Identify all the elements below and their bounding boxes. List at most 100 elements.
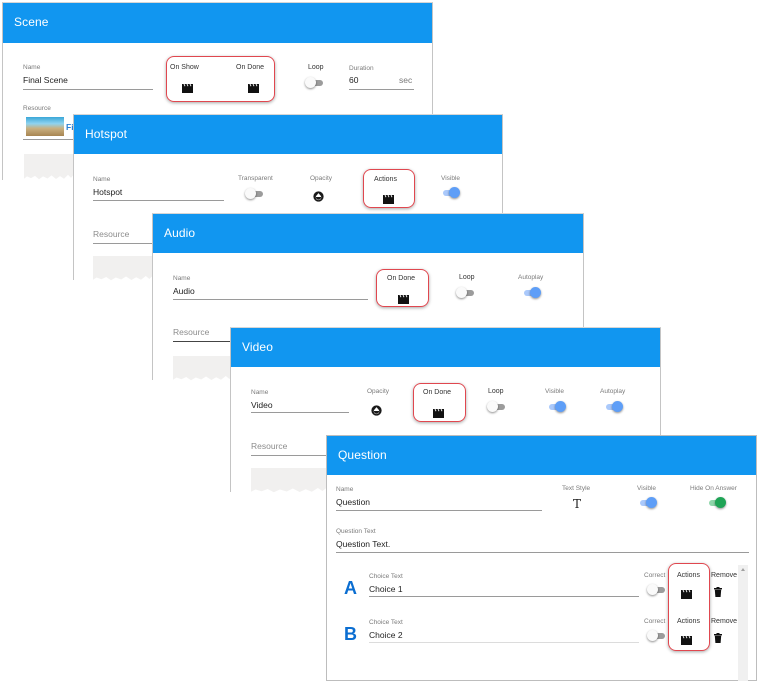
choice-remove-label: Remove: [711, 572, 738, 579]
choice-correct-label: Correct: [644, 572, 666, 579]
audio-preview-placeholder: [173, 356, 233, 381]
hotspot-visible-label: Visible: [441, 175, 461, 182]
hotspot-visible-toggle[interactable]: [440, 187, 460, 199]
video-resource-underline: [251, 455, 327, 456]
hotspot-opacity-label: Opacity: [310, 175, 333, 182]
audio-title: Audio: [164, 226, 196, 240]
question-title: Question: [338, 448, 387, 462]
hotspot-transparent-toggle[interactable]: [245, 188, 265, 200]
hide-on-answer-toggle[interactable]: [706, 497, 726, 509]
video-preview-placeholder: [251, 468, 327, 493]
scene-name-underline: [23, 89, 153, 90]
scene-on-show-label: On Show: [170, 64, 199, 71]
hotspot-opacity-icon[interactable]: [313, 189, 324, 207]
choice-correct-toggle[interactable]: [647, 584, 667, 596]
choice-remove-trash-icon[interactable]: [714, 630, 722, 648]
video-name-underline: [251, 412, 349, 413]
scene-duration-underline: [349, 89, 414, 90]
video-header: Video: [231, 328, 660, 367]
question-name-input[interactable]: Question: [336, 497, 370, 507]
video-on-done-label: On Done: [423, 389, 452, 396]
choice-text-underline: [369, 596, 639, 597]
choice-text-input[interactable]: Choice 2: [369, 630, 403, 640]
scene-name-input[interactable]: Final Scene: [23, 75, 68, 85]
audio-resource-input[interactable]: Resource: [173, 327, 209, 337]
hotspot-resource-underline: [93, 243, 153, 244]
question-visible-toggle[interactable]: [637, 497, 657, 509]
choice-letter: B: [344, 624, 357, 644]
hotspot-actions-label: Actions: [374, 176, 397, 183]
choice-remove-label: Remove: [711, 618, 738, 625]
choice-actions-highlight-box: [668, 563, 710, 651]
audio-header: Audio: [153, 214, 583, 253]
audio-on-done-clapperboard-icon[interactable]: [398, 291, 409, 309]
choice-text-input[interactable]: Choice 1: [369, 584, 403, 594]
video-loop-toggle[interactable]: [487, 401, 507, 413]
video-title: Video: [242, 340, 273, 354]
scene-resource-thumbnail[interactable]: [26, 117, 64, 136]
scene-duration-unit: sec: [399, 75, 413, 85]
audio-name-underline: [173, 299, 368, 300]
audio-autoplay-label: Autoplay: [518, 274, 544, 281]
scene-name-label: Name: [23, 64, 41, 71]
video-opacity-icon[interactable]: [371, 403, 382, 421]
video-autoplay-label: Autoplay: [600, 388, 626, 395]
choice-correct-toggle[interactable]: [647, 630, 667, 642]
audio-resource-underline: [173, 341, 233, 342]
choice-remove-trash-icon[interactable]: [714, 584, 722, 602]
video-opacity-label: Opacity: [367, 388, 390, 395]
audio-name-input[interactable]: Audio: [173, 286, 195, 296]
scene-on-done-label: On Done: [236, 64, 265, 71]
video-visible-toggle[interactable]: [546, 401, 566, 413]
question-header: Question: [327, 436, 756, 475]
question-name-label: Name: [336, 486, 354, 493]
hotspot-header: Hotspot: [74, 115, 502, 154]
question-name-underline: [336, 510, 542, 511]
choice-text-label: Choice Text: [369, 619, 403, 626]
question-text-label: Question Text: [336, 528, 376, 535]
scene-duration-input[interactable]: 60: [349, 75, 358, 85]
scene-duration-label: Duration: [349, 65, 374, 72]
text-style-icon[interactable]: T: [573, 497, 581, 511]
hotspot-actions-clapperboard-icon[interactable]: [383, 191, 394, 209]
choice-text-underline: [369, 642, 639, 643]
hotspot-preview-placeholder: [93, 256, 153, 281]
hotspot-name-label: Name: [93, 176, 111, 183]
scene-resource-label: Resource: [23, 105, 51, 112]
scene-title: Scene: [14, 15, 49, 29]
hide-on-answer-label: Hide On Answer: [690, 485, 737, 492]
hotspot-transparent-label: Transparent: [238, 175, 273, 182]
choices-scrollbar[interactable]: [738, 565, 748, 681]
audio-autoplay-toggle[interactable]: [521, 287, 541, 299]
video-on-done-clapperboard-icon[interactable]: [433, 405, 444, 423]
video-name-input[interactable]: Video: [251, 400, 273, 410]
choice-letter: A: [344, 578, 357, 598]
video-resource-input[interactable]: Resource: [251, 441, 287, 451]
question-text-underline: [336, 552, 749, 553]
text-style-label: Text Style: [562, 485, 591, 492]
choice-text-label: Choice Text: [369, 573, 403, 580]
scroll-up-arrow-icon[interactable]: [741, 568, 745, 571]
hotspot-name-underline: [93, 200, 224, 201]
audio-loop-label: Loop: [459, 274, 475, 281]
question-visible-label: Visible: [637, 485, 657, 492]
video-visible-label: Visible: [545, 388, 565, 395]
on-done-clapperboard-icon[interactable]: [248, 80, 259, 98]
scene-header: Scene: [3, 3, 432, 43]
scene-loop-toggle[interactable]: [305, 77, 325, 89]
audio-loop-toggle[interactable]: [456, 287, 476, 299]
video-loop-label: Loop: [488, 388, 504, 395]
hotspot-name-input[interactable]: Hotspot: [93, 187, 122, 197]
scene-preview-placeholder: [24, 154, 74, 180]
video-autoplay-toggle[interactable]: [603, 401, 623, 413]
video-name-label: Name: [251, 389, 269, 396]
scene-loop-label: Loop: [308, 64, 324, 71]
audio-name-label: Name: [173, 275, 191, 282]
question-text-input[interactable]: Question Text.: [336, 539, 390, 549]
question-panel: Question Name Question Text Style T Visi…: [326, 435, 757, 681]
on-show-clapperboard-icon[interactable]: [182, 80, 193, 98]
choice-correct-label: Correct: [644, 618, 666, 625]
hotspot-title: Hotspot: [85, 127, 128, 141]
audio-on-done-label: On Done: [387, 275, 416, 282]
hotspot-resource-input[interactable]: Resource: [93, 229, 129, 239]
